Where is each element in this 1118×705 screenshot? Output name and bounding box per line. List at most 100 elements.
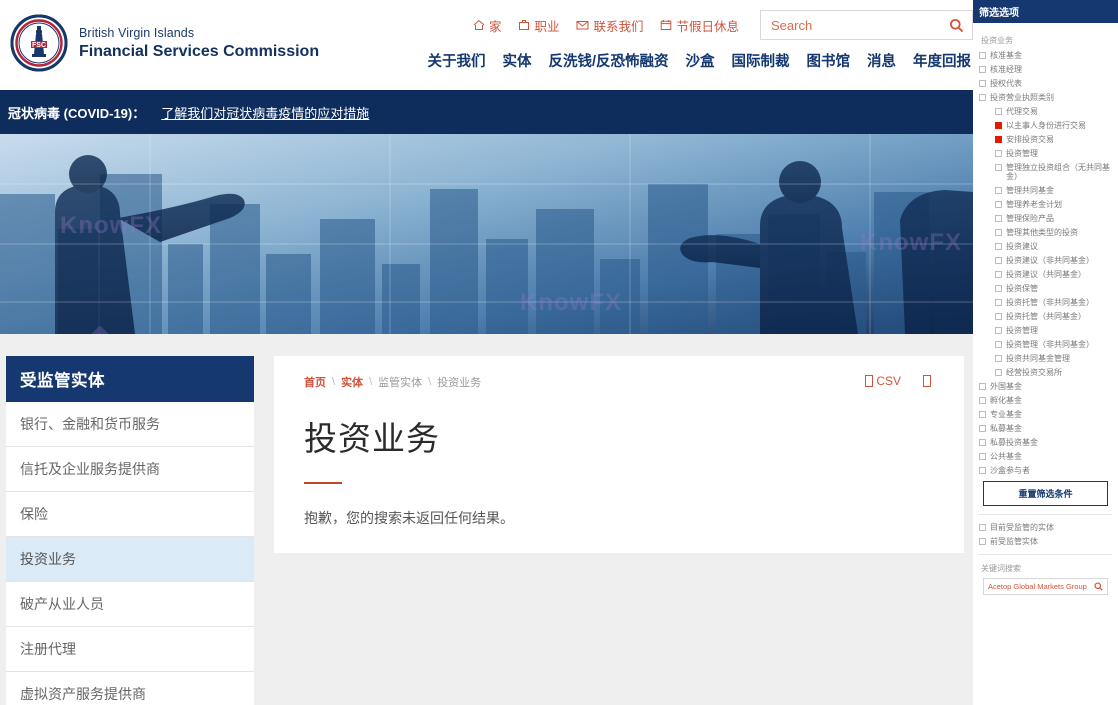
sidebar-item-banking[interactable]: 银行、金融和货币服务: [6, 402, 254, 447]
keyword-search-input[interactable]: [988, 582, 1094, 591]
filter-option[interactable]: 代理交易: [979, 107, 1112, 116]
filter-option[interactable]: 投资管理（非共同基金）: [979, 340, 1112, 349]
checkbox-icon[interactable]: [995, 341, 1002, 348]
utility-item-home[interactable]: 家: [473, 16, 501, 35]
filter-option[interactable]: 投资管理: [979, 326, 1112, 335]
status-filter-former[interactable]: 前受监管实体: [979, 537, 1112, 546]
checkbox-icon[interactable]: [979, 439, 986, 446]
filter-option[interactable]: 私募基金: [979, 424, 1112, 433]
filter-option[interactable]: 以主事人身份进行交易: [979, 121, 1112, 130]
search-submit-button[interactable]: [949, 18, 964, 33]
status-filter-current[interactable]: 目前受监管的实体: [979, 523, 1112, 532]
checkbox-icon[interactable]: [979, 80, 986, 87]
checkbox-icon[interactable]: [995, 164, 1002, 171]
checkbox-icon[interactable]: [995, 243, 1002, 250]
nav-item-library[interactable]: 图书馆: [807, 50, 851, 71]
print-button[interactable]: [923, 375, 934, 387]
nav-item-news[interactable]: 消息: [867, 50, 896, 71]
filter-option[interactable]: 投资托管（非共同基金）: [979, 298, 1112, 307]
checkbox-icon[interactable]: [995, 369, 1002, 376]
checkbox-icon[interactable]: [979, 383, 986, 390]
keyword-search-button[interactable]: [1094, 582, 1103, 591]
sidebar-item-insurance[interactable]: 保险: [6, 492, 254, 537]
checkbox-icon[interactable]: [995, 229, 1002, 236]
checkbox-icon[interactable]: [979, 467, 986, 474]
filter-option[interactable]: 投资共同基金管理: [979, 354, 1112, 363]
site-logo[interactable]: FSC British Virgin Islands Financial Ser…: [10, 14, 319, 72]
filter-option[interactable]: 投资管理: [979, 149, 1112, 158]
filter-option[interactable]: 安排投资交易: [979, 135, 1112, 144]
keyword-search-box[interactable]: [983, 578, 1108, 595]
checkbox-icon[interactable]: [995, 355, 1002, 362]
nav-item-annual-return[interactable]: 年度回报: [913, 50, 971, 71]
sidebar-title: 受监管实体: [6, 356, 254, 402]
checkbox-icon[interactable]: [979, 453, 986, 460]
checkbox-icon[interactable]: [995, 187, 1002, 194]
header-search[interactable]: [760, 10, 973, 40]
nav-item-entities[interactable]: 实体: [502, 50, 531, 71]
sidebar-item-insolvency[interactable]: 破产从业人员: [6, 582, 254, 627]
filter-option[interactable]: 授权代表: [979, 79, 1112, 88]
checkbox-icon[interactable]: [995, 215, 1002, 222]
filter-option[interactable]: 投资保管: [979, 284, 1112, 293]
nav-item-about[interactable]: 关于我们: [427, 50, 485, 71]
checkbox-icon[interactable]: [979, 94, 986, 101]
checkbox-icon[interactable]: [995, 327, 1002, 334]
filter-option[interactable]: 投资建议: [979, 242, 1112, 251]
utility-item-contact[interactable]: 联系我们: [576, 16, 643, 35]
checkbox-icon[interactable]: [979, 524, 986, 531]
filter-option[interactable]: 投资建议（共同基金）: [979, 270, 1112, 279]
filter-option[interactable]: 管理保险产品: [979, 214, 1112, 223]
checkbox-icon[interactable]: [995, 122, 1002, 129]
checkbox-icon[interactable]: [979, 52, 986, 59]
reset-filters-button[interactable]: 重置筛选条件: [983, 481, 1108, 506]
utility-item-holidays[interactable]: 节假日休息: [660, 16, 739, 35]
filter-option[interactable]: 公共基金: [979, 452, 1112, 461]
checkbox-icon[interactable]: [979, 66, 986, 73]
checkbox-icon[interactable]: [995, 271, 1002, 278]
breadcrumb-home[interactable]: 首页: [304, 374, 326, 390]
checkbox-icon[interactable]: [995, 201, 1002, 208]
checkbox-icon[interactable]: [979, 397, 986, 404]
filter-option[interactable]: 私募投资基金: [979, 438, 1112, 447]
checkbox-icon[interactable]: [995, 313, 1002, 320]
checkbox-icon[interactable]: [995, 136, 1002, 143]
sidebar-item-investment-business[interactable]: 投资业务: [6, 537, 254, 582]
utility-item-careers[interactable]: 职业: [518, 16, 559, 35]
filter-option[interactable]: 核准经理: [979, 65, 1112, 74]
covid-banner-link[interactable]: 了解我们对冠状病毒疫情的应对措施: [161, 103, 369, 122]
page-root: FSC British Virgin Islands Financial Ser…: [0, 0, 1118, 705]
sidebar-item-registered-agents[interactable]: 注册代理: [6, 627, 254, 672]
filter-option[interactable]: 管理独立投资组合（无共同基金）: [979, 163, 1112, 181]
filter-option[interactable]: 孵化基金: [979, 396, 1112, 405]
filter-option[interactable]: 管理共同基金: [979, 186, 1112, 195]
filter-option[interactable]: 外国基金: [979, 382, 1112, 391]
search-input[interactable]: [771, 17, 949, 33]
sidebar-item-vasp[interactable]: 虚拟资产服务提供商: [6, 672, 254, 705]
filter-option[interactable]: 沙盒参与者: [979, 466, 1112, 475]
nav-item-sanctions[interactable]: 国际制裁: [732, 50, 790, 71]
filter-option[interactable]: 经营投资交易所: [979, 368, 1112, 377]
filter-option[interactable]: 投资建议（非共同基金）: [979, 256, 1112, 265]
checkbox-icon[interactable]: [995, 257, 1002, 264]
breadcrumb-entities[interactable]: 实体: [341, 374, 363, 390]
filter-option[interactable]: 管理其他类型的投资: [979, 228, 1112, 237]
nav-item-aml-cft[interactable]: 反洗钱/反恐怖融资: [548, 50, 668, 71]
checkbox-icon[interactable]: [995, 285, 1002, 292]
checkbox-icon[interactable]: [995, 150, 1002, 157]
filter-option[interactable]: 管理养老金计划: [979, 200, 1112, 209]
checkbox-icon[interactable]: [979, 411, 986, 418]
csv-download-button[interactable]: CSV: [865, 374, 901, 388]
checkbox-icon[interactable]: [979, 538, 986, 545]
checkbox-icon[interactable]: [995, 299, 1002, 306]
sidebar-item-trust-company[interactable]: 信托及企业服务提供商: [6, 447, 254, 492]
filter-option[interactable]: 投资托管（共同基金）: [979, 312, 1112, 321]
checkbox-icon[interactable]: [995, 108, 1002, 115]
filter-option[interactable]: 投资营业执照类别: [979, 93, 1112, 102]
filter-option[interactable]: 核准基金: [979, 51, 1112, 60]
checkbox-icon[interactable]: [979, 425, 986, 432]
breadcrumb-regulated-entities[interactable]: 监管实体: [378, 374, 422, 390]
nav-item-sandbox[interactable]: 沙盒: [686, 50, 715, 71]
search-icon: [949, 18, 964, 36]
filter-option[interactable]: 专业基金: [979, 410, 1112, 419]
